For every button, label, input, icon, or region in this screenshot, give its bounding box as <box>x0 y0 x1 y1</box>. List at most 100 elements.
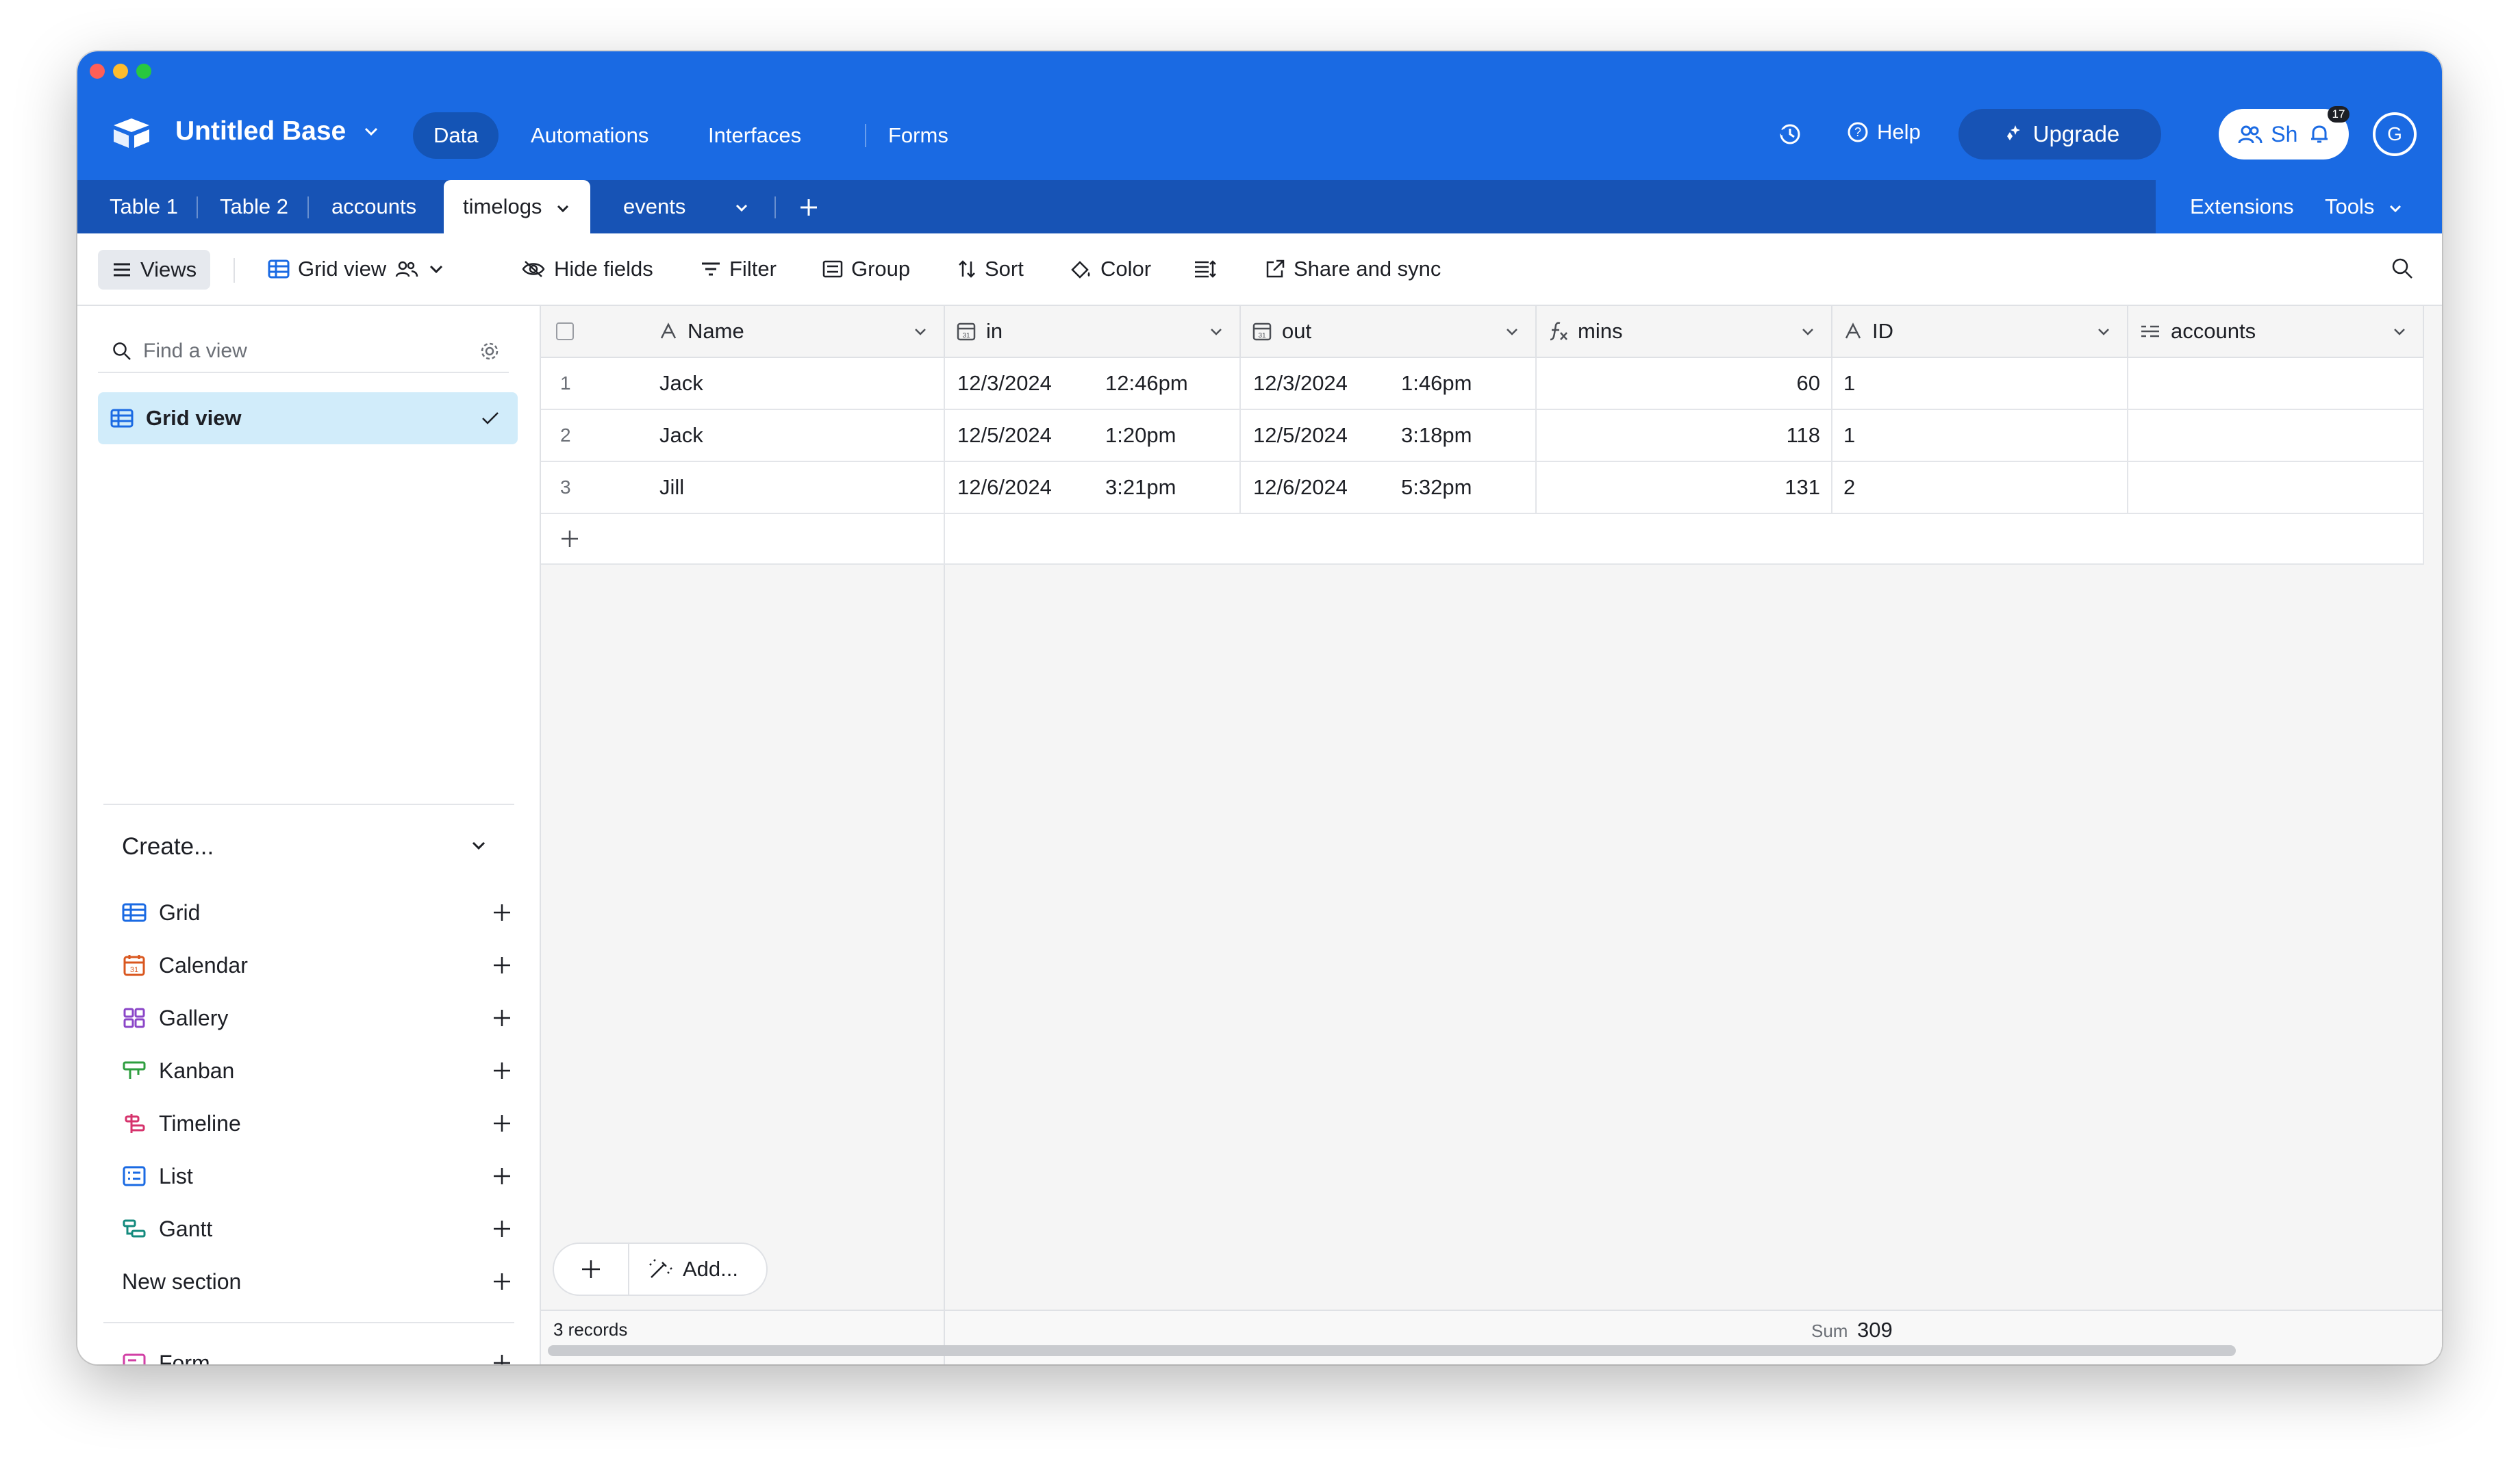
views-toggle-button[interactable]: Views <box>98 250 211 290</box>
create-form-item[interactable]: Form <box>122 1342 512 1364</box>
plus-icon[interactable] <box>559 528 581 550</box>
chevron-down-icon[interactable] <box>912 323 929 340</box>
table-row-3-mins-cell[interactable]: 131 <box>1537 462 1832 514</box>
header-in-column[interactable]: 31 in <box>945 306 1241 358</box>
date-value: 12/6/2024 <box>1253 475 1348 499</box>
create-timeline-item[interactable]: Timeline <box>122 1103 512 1144</box>
nav-tab-interfaces[interactable]: Interfaces <box>708 112 801 159</box>
horizontal-scrollbar[interactable] <box>548 1345 2236 1356</box>
hide-fields-button[interactable]: Hide fields <box>521 253 653 285</box>
table-row-2-out-cell[interactable]: 12/5/2024 3:18pm <box>1241 410 1537 462</box>
add-record-row[interactable] <box>541 514 945 565</box>
table-row-2-mins-cell[interactable]: 118 <box>1537 410 1832 462</box>
table-row-1-in-cell[interactable]: 12/3/2024 12:46pm <box>945 358 1241 410</box>
table-row-1-mins-cell[interactable]: 60 <box>1537 358 1832 410</box>
create-grid-item[interactable]: Grid <box>122 892 512 933</box>
nav-tab-forms[interactable]: Forms <box>888 112 948 159</box>
view-switcher-button[interactable]: Grid view <box>268 253 445 285</box>
table-row-3-id-cell[interactable]: 2 <box>1832 462 2128 514</box>
close-window-button[interactable] <box>90 64 105 79</box>
find-view-field[interactable]: Find a view <box>98 331 509 373</box>
table-row-2-name-cell[interactable]: 2 Jack <box>541 410 945 462</box>
plus-icon[interactable] <box>492 1113 512 1134</box>
filter-button[interactable]: Filter <box>701 253 777 285</box>
more-tables-chevron-icon[interactable] <box>733 199 750 216</box>
table-row-1-id-cell[interactable]: 1 <box>1832 358 2128 410</box>
add-label[interactable]: Add... <box>683 1257 738 1282</box>
create-calendar-item[interactable]: 31 Calendar <box>122 945 512 986</box>
create-gantt-item[interactable]: Gantt <box>122 1208 512 1249</box>
help-button[interactable]: ? Help <box>1847 120 1921 144</box>
search-icon[interactable] <box>2391 257 2414 280</box>
table-row-3-in-cell[interactable]: 12/6/2024 3:21pm <box>945 462 1241 514</box>
plus-icon[interactable] <box>492 1060 512 1081</box>
plus-icon[interactable] <box>492 1008 512 1028</box>
row-height-button[interactable] <box>1194 253 1217 285</box>
table-tab-timelogs[interactable]: timelogs <box>444 180 591 233</box>
plus-icon[interactable] <box>492 955 512 976</box>
plus-icon[interactable] <box>492 1166 512 1186</box>
create-new-section-item[interactable]: New section <box>122 1261 512 1302</box>
sort-button[interactable]: Sort <box>957 253 1024 285</box>
create-item-label: Gallery <box>159 1005 229 1030</box>
table-tab-table-1[interactable]: Table 1 <box>110 180 178 233</box>
nav-tab-data[interactable]: Data <box>413 112 499 159</box>
chevron-down-icon[interactable] <box>2095 323 2112 340</box>
upgrade-button[interactable]: Upgrade <box>1958 109 2161 160</box>
header-accounts-column[interactable]: accounts <box>2128 306 2424 358</box>
maximize-window-button[interactable] <box>136 64 151 79</box>
table-row-2-in-cell[interactable]: 12/5/2024 1:20pm <box>945 410 1241 462</box>
share-and-sync-button[interactable]: Share and sync <box>1265 253 1441 285</box>
table-row-3-out-cell[interactable]: 12/6/2024 5:32pm <box>1241 462 1537 514</box>
add-record-plus-icon[interactable] <box>580 1258 602 1280</box>
table-row-1-out-cell[interactable]: 12/3/2024 1:46pm <box>1241 358 1537 410</box>
color-button[interactable]: Color <box>1069 253 1151 285</box>
create-kanban-item[interactable]: Kanban <box>122 1050 512 1091</box>
minimize-window-button[interactable] <box>113 64 128 79</box>
tools-button[interactable]: Tools <box>2325 180 2404 233</box>
chevron-down-icon[interactable] <box>2391 323 2408 340</box>
create-section-title[interactable]: Create... <box>122 833 214 861</box>
add-record-row-fill[interactable] <box>945 514 2424 565</box>
select-all-checkbox[interactable] <box>556 322 574 340</box>
table-tab-accounts[interactable]: accounts <box>331 180 416 233</box>
chevron-down-icon[interactable] <box>1504 323 1520 340</box>
table-row-2-id-cell[interactable]: 1 <box>1832 410 2128 462</box>
airtable-logo-icon[interactable] <box>110 116 153 150</box>
header-mins-column[interactable]: mins <box>1537 306 1832 358</box>
table-row-1-name-cell[interactable]: 1 Jack <box>541 358 945 410</box>
history-icon[interactable] <box>1778 122 1802 146</box>
header-id-column[interactable]: ID <box>1832 306 2128 358</box>
chevron-down-icon[interactable] <box>555 200 571 216</box>
chevron-down-icon[interactable] <box>469 836 488 855</box>
extensions-button[interactable]: Extensions <box>2190 180 2294 233</box>
table-tab-events[interactable]: events <box>623 180 685 233</box>
create-gallery-item[interactable]: Gallery <box>122 997 512 1039</box>
plus-icon[interactable] <box>492 1271 512 1292</box>
views-label: Views <box>140 257 197 281</box>
group-button[interactable]: Group <box>822 253 910 285</box>
magic-wand-icon[interactable] <box>648 1258 673 1280</box>
add-table-icon[interactable] <box>798 196 820 218</box>
table-tab-table-2[interactable]: Table 2 <box>220 180 288 233</box>
table-row-1-accounts-cell[interactable] <box>2128 358 2424 410</box>
chevron-down-icon[interactable] <box>362 123 380 140</box>
table-row-3-accounts-cell[interactable] <box>2128 462 2424 514</box>
table-row-2-accounts-cell[interactable] <box>2128 410 2424 462</box>
table-row-3-name-cell[interactable]: 3 Jill <box>541 462 945 514</box>
avatar[interactable]: G <box>2373 112 2417 156</box>
base-title[interactable]: Untitled Base <box>175 116 346 146</box>
plus-icon[interactable] <box>492 1219 512 1239</box>
create-list-item[interactable]: List <box>122 1156 512 1197</box>
header-name-column[interactable]: Name <box>541 306 945 358</box>
row-number: 2 <box>560 424 571 446</box>
header-out-column[interactable]: 31 out <box>1241 306 1537 358</box>
plus-icon[interactable] <box>492 1353 512 1364</box>
create-item-label: Kanban <box>159 1058 235 1083</box>
nav-tab-automations[interactable]: Automations <box>531 112 648 159</box>
gear-icon[interactable] <box>479 340 501 362</box>
plus-icon[interactable] <box>492 902 512 923</box>
sidebar-item-grid-view[interactable]: Grid view <box>98 392 518 444</box>
chevron-down-icon[interactable] <box>1800 323 1816 340</box>
chevron-down-icon[interactable] <box>1208 323 1224 340</box>
